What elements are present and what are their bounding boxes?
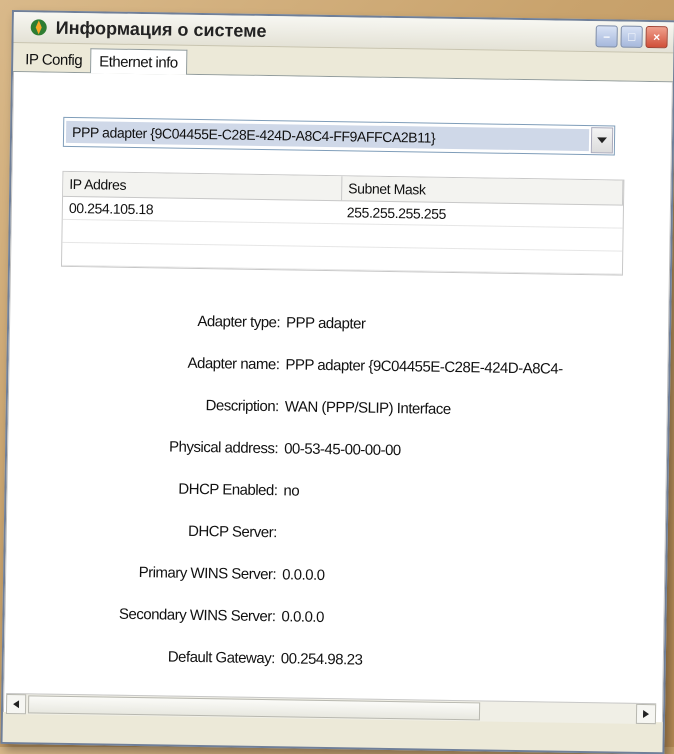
prop-label: Adapter name: xyxy=(9,352,285,378)
prop-dhcp-server: DHCP Server: xyxy=(7,520,647,552)
prop-label: Physical address: xyxy=(8,436,284,462)
adapter-select-value: PPP adapter {9C04455E-C28E-424D-A8C4-FF9… xyxy=(66,121,589,151)
arrow-left-icon[interactable] xyxy=(6,694,26,714)
prop-label: Primary WINS Server: xyxy=(6,562,282,588)
window-title: Информация о системе xyxy=(56,17,267,41)
prop-secondary-wins: Secondary WINS Server: 0.0.0.0 xyxy=(5,604,645,636)
prop-value: 00.254.98.23 xyxy=(281,650,363,673)
system-info-window: Информация о системе – □ × IP Config Eth… xyxy=(0,10,674,754)
prop-label: DHCP Enabled: xyxy=(7,478,283,504)
prop-dhcp-enabled: DHCP Enabled: no xyxy=(7,478,647,510)
minimize-button[interactable]: – xyxy=(595,25,617,47)
prop-label: Secondary WINS Server: xyxy=(5,604,281,630)
prop-value: 00-53-45-00-00-00 xyxy=(284,440,401,464)
prop-primary-wins: Primary WINS Server: 0.0.0.0 xyxy=(6,562,646,594)
cell-ip: 00.254.105.18 xyxy=(63,197,341,223)
prop-value: WAN (PPP/SLIP) Interface xyxy=(285,398,451,423)
prop-value: 0.0.0.0 xyxy=(281,608,324,631)
prop-physical-address: Physical address: 00-53-45-00-00-00 xyxy=(8,436,648,468)
column-header-subnet[interactable]: Subnet Mask xyxy=(342,176,623,204)
scrollbar-thumb[interactable] xyxy=(28,695,480,720)
ip-address-table[interactable]: IP Addres Subnet Mask 00.254.105.18 255.… xyxy=(61,171,624,276)
tab-ethernet-info[interactable]: Ethernet info xyxy=(90,48,187,75)
prop-value: no xyxy=(283,482,299,504)
app-icon xyxy=(28,16,50,38)
cell-subnet: 255.255.255.255 xyxy=(341,201,623,227)
close-button[interactable]: × xyxy=(645,26,667,48)
prop-adapter-type: Adapter type: PPP adapter xyxy=(10,310,650,342)
tab-ip-config[interactable]: IP Config xyxy=(17,47,90,72)
prop-value: PPP adapter {9C04455E-C28E-424D-A8C4- xyxy=(285,356,563,382)
adapter-select[interactable]: PPP adapter {9C04455E-C28E-424D-A8C4-FF9… xyxy=(63,117,615,156)
prop-label: Description: xyxy=(9,394,285,420)
prop-default-gateway: Default Gateway: 00.254.98.23 xyxy=(5,646,645,678)
tab-panel: PPP adapter {9C04455E-C28E-424D-A8C4-FF9… xyxy=(3,72,673,722)
prop-adapter-name: Adapter name: PPP adapter {9C04455E-C28E… xyxy=(9,352,649,384)
prop-label: Default Gateway: xyxy=(5,646,281,672)
chevron-down-icon[interactable] xyxy=(591,127,613,153)
prop-value: PPP adapter xyxy=(286,314,366,337)
prop-description: Description: WAN (PPP/SLIP) Interface xyxy=(9,394,649,426)
prop-label: Adapter type: xyxy=(10,310,286,336)
column-header-ip[interactable]: IP Addres xyxy=(63,172,342,200)
prop-label: DHCP Server: xyxy=(7,520,283,546)
arrow-right-icon[interactable] xyxy=(636,704,656,724)
prop-value: 0.0.0.0 xyxy=(282,566,325,589)
horizontal-scrollbar[interactable] xyxy=(6,693,656,724)
maximize-button[interactable]: □ xyxy=(620,26,642,48)
